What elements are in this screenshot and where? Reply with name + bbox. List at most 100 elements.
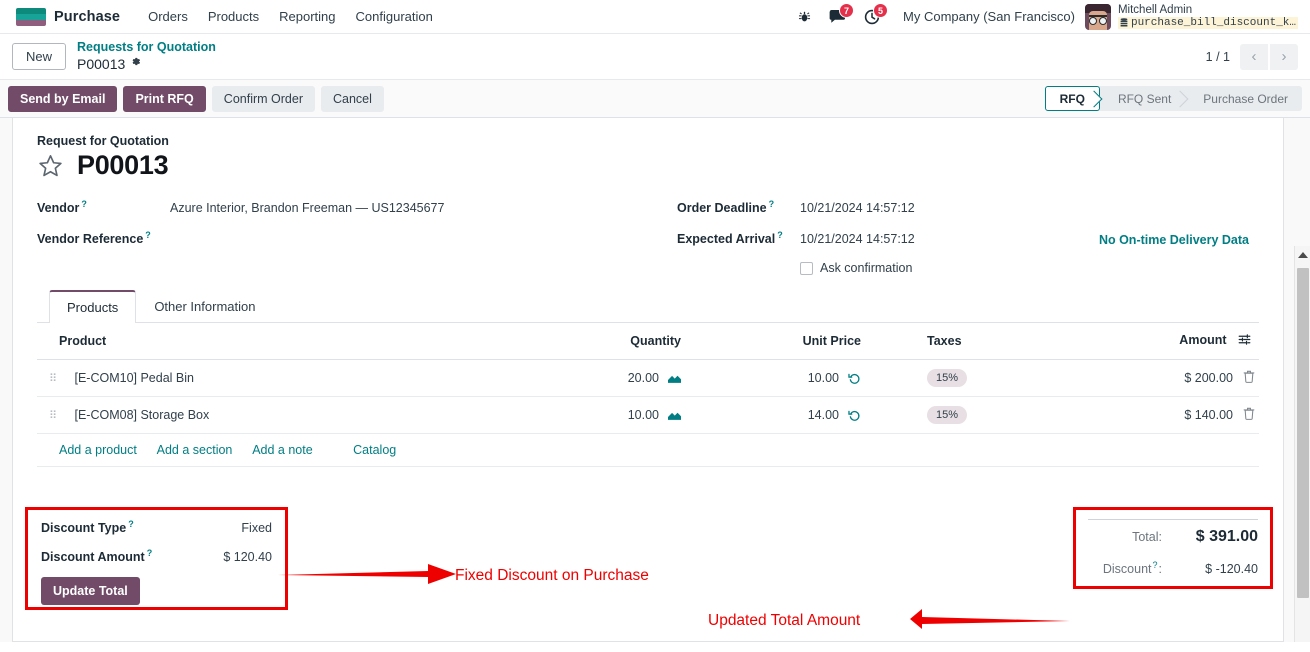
row-quantity-cell[interactable]: 10.00 <box>539 396 689 434</box>
add-a-note-link[interactable]: Add a note <box>252 443 312 457</box>
breadcrumb-parent[interactable]: Requests for Quotation <box>77 40 216 56</box>
help-icon[interactable]: ? <box>1153 560 1158 570</box>
confirm-order-button[interactable]: Confirm Order <box>211 85 315 112</box>
table-body: ⠿ [E-COM10] Pedal Bin 20.00 10.00 15% $ … <box>37 359 1259 467</box>
update-total-button[interactable]: Update Total <box>41 577 140 606</box>
row-amount-value: $ 140.00 <box>1184 408 1233 422</box>
gear-icon[interactable] <box>130 56 141 72</box>
menu-orders[interactable]: Orders <box>138 5 198 28</box>
row-unit-price-cell[interactable]: 10.00 <box>689 359 869 397</box>
cancel-button[interactable]: Cancel <box>320 85 384 112</box>
ask-confirmation-checkbox[interactable] <box>800 261 813 275</box>
column-header-unit-price[interactable]: Unit Price <box>689 323 869 360</box>
odoo-logo-icon <box>16 7 46 26</box>
field-vendor-reference-label: Vendor Reference? <box>37 230 151 247</box>
forecast-chart-icon[interactable] <box>668 409 681 421</box>
pager-previous-button[interactable]: ‹ <box>1240 43 1268 70</box>
table-row[interactable]: ⠿ [E-COM08] Storage Box 10.00 14.00 15% … <box>37 396 1259 434</box>
field-ask-confirmation: Ask confirmation <box>800 261 1259 275</box>
row-unit-price-value: 10.00 <box>807 371 839 385</box>
activities-clock-icon[interactable]: 5 <box>855 2 889 25</box>
messages-icon[interactable]: 7 <box>820 3 855 24</box>
pager: 1 / 1 ‹ › <box>1206 43 1298 70</box>
vertical-scrollbar[interactable] <box>1294 246 1310 642</box>
discount-amount-label: Discount Amount? <box>41 548 153 565</box>
tab-products[interactable]: Products <box>49 290 137 323</box>
row-taxes-cell[interactable]: 15% <box>869 396 1119 434</box>
add-a-section-link[interactable]: Add a section <box>157 443 233 457</box>
add-line-cell: Add a product Add a section Add a note C… <box>37 433 1259 467</box>
company-switcher[interactable]: My Company (San Francisco) <box>889 9 1085 24</box>
table-row[interactable]: ⠿ [E-COM10] Pedal Bin 20.00 10.00 15% $ … <box>37 359 1259 397</box>
total-label: Total: <box>1132 530 1162 544</box>
discount-total-label: Discount?: <box>1102 560 1162 577</box>
help-icon[interactable]: ? <box>128 519 134 529</box>
print-rfq-button[interactable]: Print RFQ <box>123 85 206 112</box>
field-discount-type: Discount Type? Fixed <box>41 519 272 535</box>
activities-badge: 5 <box>873 2 889 18</box>
menu-configuration[interactable]: Configuration <box>346 5 443 28</box>
scrollbar-thumb[interactable] <box>1297 268 1309 598</box>
user-name: Mitchell Admin <box>1117 3 1193 16</box>
favorite-star-icon[interactable] <box>37 153 64 179</box>
help-icon[interactable]: ? <box>145 230 151 240</box>
total-row: Total: $ 391.00 <box>1088 519 1258 546</box>
discount-amount-value[interactable]: $ 120.40 <box>191 550 272 564</box>
menu-reporting[interactable]: Reporting <box>269 5 345 28</box>
add-a-product-link[interactable]: Add a product <box>59 443 137 457</box>
drag-handle-icon[interactable]: ⠿ <box>43 409 63 422</box>
user-menu[interactable]: Mitchell Admin purchase_bill_discount_k… <box>1117 3 1298 30</box>
row-taxes-cell[interactable]: 15% <box>869 359 1119 397</box>
help-icon[interactable]: ? <box>147 548 153 558</box>
trash-icon[interactable] <box>1243 370 1255 386</box>
row-quantity-cell[interactable]: 20.00 <box>539 359 689 397</box>
status-stage-rfq[interactable]: RFQ <box>1044 86 1100 111</box>
drag-handle-icon[interactable]: ⠿ <box>43 372 63 385</box>
notebook: Products Other Information Product Quant… <box>25 289 1273 611</box>
help-icon[interactable]: ? <box>769 199 775 209</box>
control-panel: Send by Email Print RFQ Confirm Order Ca… <box>0 80 1310 118</box>
footer-area: Discount Type? Fixed Discount Amount? $ … <box>25 507 1273 611</box>
bug-icon[interactable] <box>789 10 820 24</box>
row-unit-price-cell[interactable]: 14.00 <box>689 396 869 434</box>
scroll-up-arrow-icon[interactable] <box>1295 246 1310 264</box>
pager-next-button[interactable]: › <box>1270 43 1298 70</box>
status-stage-rfq-sent[interactable]: RFQ Sent <box>1100 86 1185 111</box>
row-amount-cell: $ 200.00 <box>1119 359 1259 397</box>
ask-confirmation-label: Ask confirmation <box>820 261 913 275</box>
field-vendor: Vendor? Azure Interior, Brandon Freeman … <box>37 199 677 217</box>
column-header-product[interactable]: Product <box>37 323 539 360</box>
on-time-delivery-link[interactable]: No On-time Delivery Data <box>1099 233 1249 247</box>
send-by-email-button[interactable]: Send by Email <box>8 85 118 112</box>
catalog-link[interactable]: Catalog <box>353 443 396 457</box>
column-header-taxes[interactable]: Taxes <box>869 323 1119 360</box>
new-button[interactable]: New <box>12 43 67 70</box>
forecast-chart-icon[interactable] <box>668 372 681 384</box>
price-history-icon[interactable] <box>848 372 861 385</box>
row-product-cell[interactable]: ⠿ [E-COM10] Pedal Bin <box>37 359 539 397</box>
help-icon[interactable]: ? <box>777 230 783 240</box>
column-header-amount[interactable]: Amount <box>1119 323 1259 360</box>
discount-type-value[interactable]: Fixed <box>191 521 272 535</box>
tab-other-information[interactable]: Other Information <box>136 290 273 323</box>
price-history-icon[interactable] <box>848 409 861 422</box>
form-subtitle: Request for Quotation <box>37 134 169 148</box>
app-name[interactable]: Purchase <box>54 9 120 25</box>
breadcrumb-record-name: P00013 <box>77 55 126 72</box>
column-header-quantity[interactable]: Quantity <box>539 323 689 360</box>
help-icon[interactable]: ? <box>81 199 87 209</box>
table-head: Product Quantity Unit Price Taxes Amount <box>37 323 1259 360</box>
status-stage-purchase-order[interactable]: Purchase Order <box>1185 86 1302 111</box>
avatar[interactable] <box>1084 3 1111 30</box>
row-product-cell[interactable]: ⠿ [E-COM08] Storage Box <box>37 396 539 434</box>
menu-products[interactable]: Products <box>198 5 269 28</box>
trash-icon[interactable] <box>1243 407 1255 423</box>
field-vendor-value[interactable]: Azure Interior, Brandon Freeman — US1234… <box>170 201 444 215</box>
discount-row: Discount?: $ -120.40 <box>1088 560 1258 576</box>
optional-columns-sliders-icon[interactable] <box>1238 333 1251 349</box>
field-expected-arrival-value[interactable]: 10/21/2024 14:57:12 <box>800 232 915 246</box>
row-quantity-value: 20.00 <box>627 371 659 385</box>
field-order-deadline-value[interactable]: 10/21/2024 14:57:12 <box>800 201 915 215</box>
database-name: purchase_bill_discount_k… <box>1117 16 1298 30</box>
discount-total-value: $ -120.40 <box>1205 562 1258 577</box>
